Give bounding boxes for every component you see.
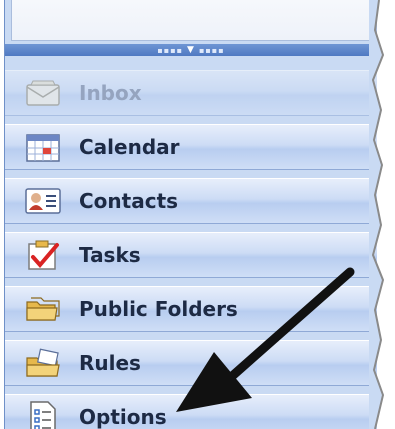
annotation-arrow <box>176 267 355 412</box>
screenshot: ▪▪▪▪ ▼ ▪▪▪▪ Inbox Calendar Contacts Task… <box>0 0 395 429</box>
